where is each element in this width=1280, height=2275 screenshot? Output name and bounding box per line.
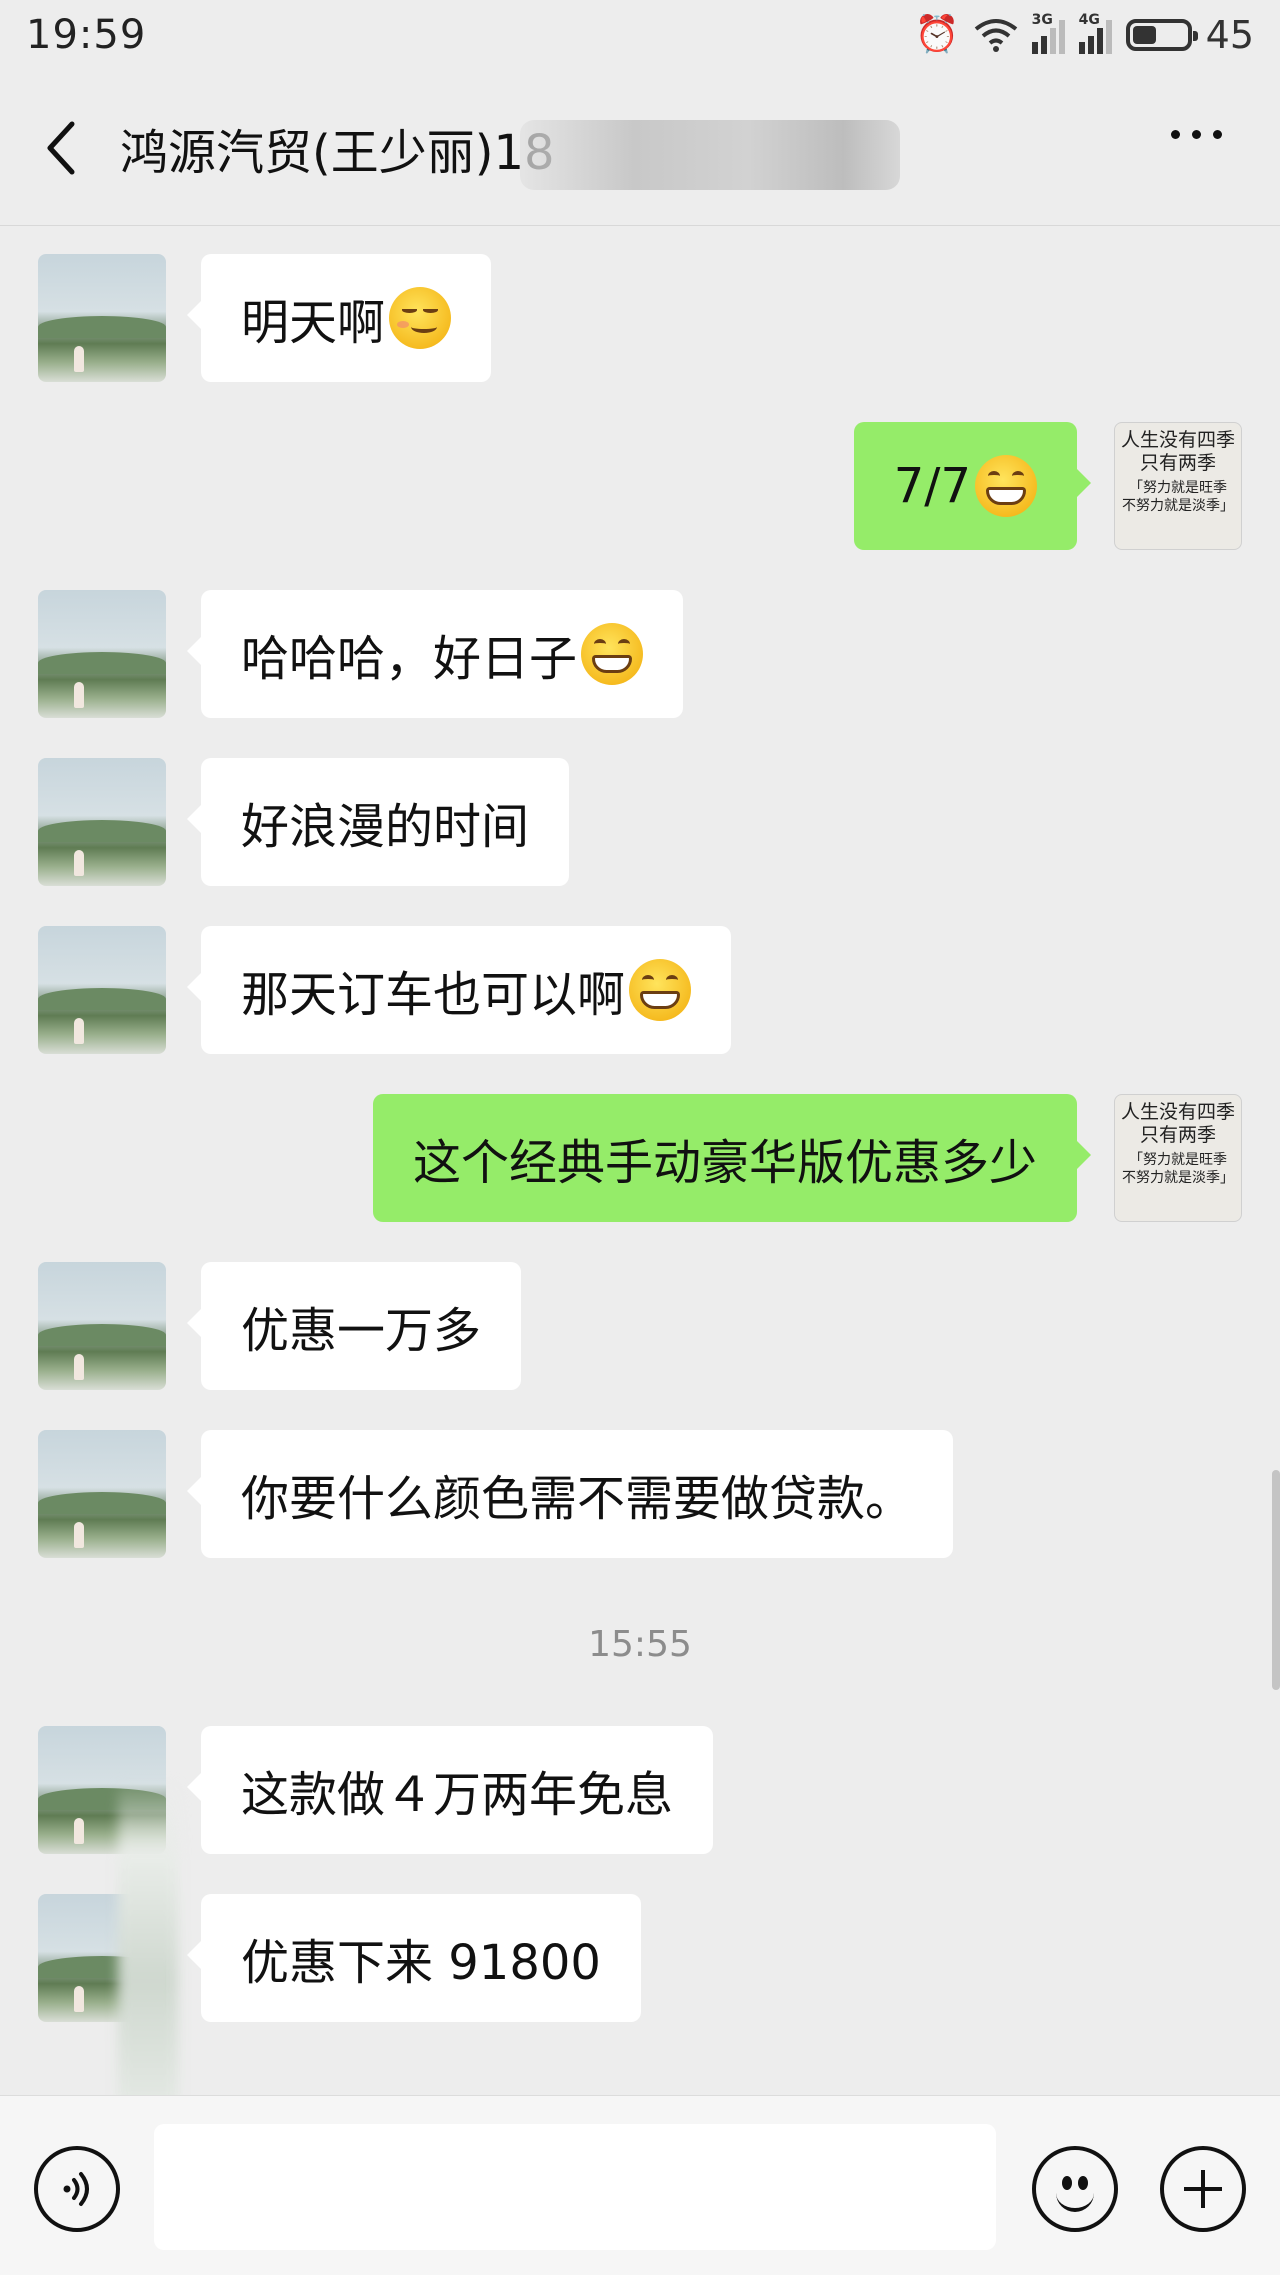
- status-bar: 19:59 ⏰ 3G 4G 45: [0, 0, 1280, 70]
- message-row: 优惠一万多: [0, 1262, 1280, 1390]
- battery-icon: [1125, 19, 1198, 51]
- status-time: 19:59: [26, 12, 147, 58]
- message-row: 明天啊: [0, 254, 1280, 382]
- message-text: 那天订车也可以啊: [241, 967, 626, 1023]
- status-icons: ⏰ 3G 4G 45: [914, 12, 1254, 57]
- message-bubble[interactable]: 优惠一万多: [186, 1262, 522, 1390]
- my-avatar[interactable]: 人生没有四季 只有两季 「努力就是旺季 不努力就是淡季」: [1114, 422, 1242, 550]
- message-input[interactable]: [154, 2124, 996, 2250]
- voice-input-button[interactable]: [34, 2146, 120, 2232]
- contact-avatar[interactable]: [38, 758, 166, 886]
- message-row: 好浪漫的时间: [0, 758, 1280, 886]
- message-text: 这个经典手动豪华版优惠多少: [412, 1135, 1037, 1191]
- message-bubble[interactable]: 哈哈哈，好日子: [186, 590, 684, 718]
- contact-avatar[interactable]: [38, 1430, 166, 1558]
- input-bar: [0, 2095, 1280, 2275]
- chat-header: 鸿源汽贸(王少丽)18: [0, 70, 1280, 226]
- scrollbar-thumb[interactable]: [1272, 1470, 1280, 1690]
- message-bubble[interactable]: 明天啊: [186, 254, 492, 382]
- avatar-text-line: 只有两季: [1139, 452, 1216, 474]
- message-row: 你要什么颜色需不需要做贷款。: [0, 1430, 1280, 1558]
- voice-icon: [63, 2172, 89, 2206]
- message-text: 7/7: [893, 458, 971, 514]
- redaction-blur: [520, 120, 900, 190]
- avatar-text-line: 不努力就是淡季」: [1122, 1170, 1234, 1186]
- network-3g-label: 3G: [1031, 12, 1053, 28]
- back-icon[interactable]: [0, 70, 120, 226]
- message-text: 这款做４万两年免息: [241, 1767, 674, 1823]
- message-text: 明天啊: [241, 295, 386, 351]
- avatar-text-line: 人生没有四季: [1120, 1101, 1235, 1123]
- message-row: 这个经典手动豪华版优惠多少 人生没有四季 只有两季 「努力就是旺季 不努力就是淡…: [0, 1094, 1280, 1222]
- wifi-icon: [974, 19, 1017, 52]
- contact-avatar[interactable]: [38, 1262, 166, 1390]
- message-bubble[interactable]: 7/7: [853, 422, 1092, 550]
- contact-avatar[interactable]: [38, 926, 166, 1054]
- message-bubble[interactable]: 好浪漫的时间: [186, 758, 570, 886]
- grin-emoji-icon: [975, 455, 1037, 517]
- avatar-text-line: 人生没有四季: [1120, 429, 1235, 451]
- message-bubble[interactable]: 优惠下来 91800: [187, 1894, 641, 2022]
- message-row: 那天订车也可以啊: [0, 926, 1280, 1054]
- signal-4g-icon: 4G: [1078, 12, 1112, 54]
- message-row: 这款做４万两年免息: [0, 1726, 1280, 1854]
- more-options-icon[interactable]: [1171, 130, 1222, 139]
- network-4g-label: 4G: [1078, 12, 1100, 28]
- contact-avatar[interactable]: [38, 590, 166, 718]
- grin-emoji-icon: [629, 959, 692, 1021]
- signal-3g-icon: 3G: [1031, 12, 1065, 54]
- avatar-text-line: 不努力就是淡季」: [1122, 498, 1234, 514]
- grin-emoji-icon: [581, 623, 644, 685]
- message-text: 哈哈哈，好日子: [241, 631, 578, 687]
- avatar-text-line: 「努力就是旺季: [1129, 480, 1227, 496]
- message-list[interactable]: 明天啊 7/7 人生没有四季 只有两季 「努力就是旺季 不努力就是淡季」 哈哈哈…: [0, 226, 1280, 2086]
- contact-avatar[interactable]: [38, 254, 166, 382]
- message-row: 7/7 人生没有四季 只有两季 「努力就是旺季 不努力就是淡季」: [0, 422, 1280, 550]
- message-row: 哈哈哈，好日子: [0, 590, 1280, 718]
- avatar-text-line: 只有两季: [1139, 1124, 1216, 1146]
- message-text: 好浪漫的时间: [241, 799, 530, 855]
- battery-level: 45: [1205, 13, 1254, 57]
- message-text: 优惠一万多: [241, 1303, 482, 1359]
- message-bubble[interactable]: 这个经典手动豪华版优惠多少: [372, 1094, 1092, 1222]
- chat-title: 鸿源汽贸(王少丽)18: [120, 124, 555, 181]
- time-divider: 15:55: [588, 1624, 692, 1665]
- avatar-text-line: 「努力就是旺季: [1129, 1152, 1227, 1168]
- message-row: 优惠下来 91800: [0, 1894, 1280, 2022]
- my-avatar[interactable]: 人生没有四季 只有两季 「努力就是旺季 不努力就是淡季」: [1114, 1094, 1242, 1222]
- message-text: 优惠下来 91800: [241, 1935, 601, 1991]
- smirk-emoji-icon: [389, 287, 452, 349]
- emoji-button[interactable]: [1032, 2146, 1118, 2232]
- alarm-icon: ⏰: [914, 14, 960, 55]
- more-actions-button[interactable]: [1160, 2146, 1246, 2232]
- message-bubble[interactable]: 那天订车也可以啊: [186, 926, 732, 1054]
- message-bubble[interactable]: 你要什么颜色需不需要做贷款。: [186, 1430, 954, 1558]
- message-bubble[interactable]: 这款做４万两年免息: [186, 1726, 714, 1854]
- emoji-icon: [1062, 2176, 1072, 2190]
- message-text: 你要什么颜色需不需要做贷款。: [241, 1471, 914, 1527]
